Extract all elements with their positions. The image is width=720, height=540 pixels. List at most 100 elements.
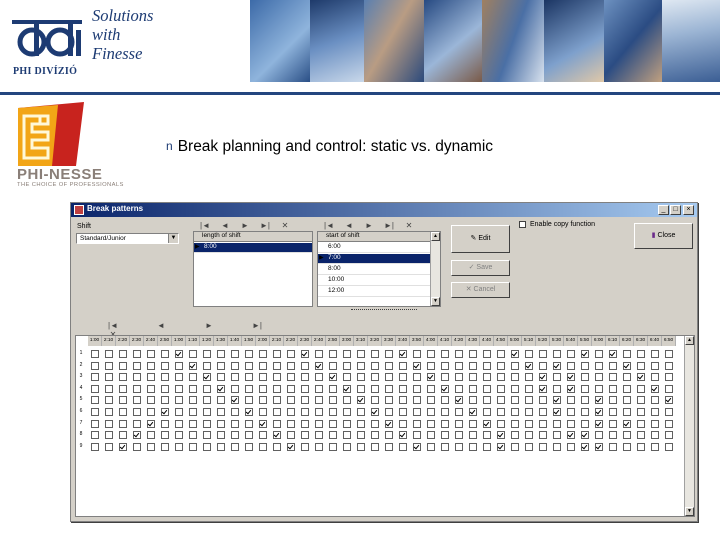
break-checkbox[interactable]	[651, 431, 659, 440]
break-checkbox[interactable]	[399, 384, 407, 393]
break-checkbox[interactable]	[399, 408, 407, 416]
break-checkbox[interactable]	[217, 431, 225, 440]
minimize-button[interactable]: _	[658, 205, 669, 215]
break-checkbox[interactable]	[665, 373, 673, 382]
break-checkbox[interactable]	[315, 419, 323, 428]
break-checkbox[interactable]	[273, 442, 281, 451]
break-checkbox[interactable]	[595, 361, 603, 370]
break-checkbox[interactable]	[329, 442, 337, 451]
break-checkbox[interactable]	[469, 442, 477, 451]
break-checkbox[interactable]	[399, 396, 407, 405]
break-checkbox[interactable]	[581, 350, 589, 358]
break-checkbox[interactable]	[469, 419, 477, 428]
break-checkbox[interactable]	[581, 384, 589, 393]
break-checkbox[interactable]	[511, 361, 519, 370]
break-checkbox[interactable]	[539, 396, 547, 405]
break-checkbox[interactable]	[175, 442, 183, 451]
break-checkbox[interactable]	[469, 361, 477, 370]
break-checkbox[interactable]	[105, 373, 113, 382]
break-checkbox[interactable]	[91, 361, 99, 370]
break-checkbox[interactable]	[147, 361, 155, 370]
break-checkbox[interactable]	[91, 431, 99, 440]
break-checkbox[interactable]	[665, 419, 673, 428]
break-checkbox[interactable]	[329, 419, 337, 428]
break-checkbox[interactable]	[315, 408, 323, 416]
break-checkbox[interactable]	[609, 442, 617, 451]
break-checkbox[interactable]	[427, 408, 435, 416]
break-checkbox[interactable]	[357, 373, 365, 382]
break-checkbox[interactable]	[497, 384, 505, 393]
break-checkbox[interactable]	[189, 408, 197, 416]
break-checkbox[interactable]	[385, 361, 393, 370]
vertical-scrollbar[interactable]: ▲ ▼	[430, 232, 440, 306]
break-checkbox[interactable]	[539, 419, 547, 428]
break-checkbox[interactable]	[441, 373, 449, 382]
break-checkbox[interactable]	[637, 408, 645, 416]
break-checkbox[interactable]	[329, 431, 337, 440]
next-record-icon[interactable]: ►	[235, 221, 255, 230]
break-checkbox[interactable]	[301, 384, 309, 393]
break-checkbox[interactable]	[357, 396, 365, 405]
break-checkbox[interactable]	[609, 396, 617, 405]
break-checkbox[interactable]	[525, 350, 533, 358]
break-checkbox[interactable]	[413, 373, 421, 382]
break-checkbox[interactable]	[399, 431, 407, 440]
break-checkbox[interactable]	[371, 419, 379, 428]
last-record-icon[interactable]: ►|	[233, 321, 281, 330]
break-checkbox[interactable]	[371, 384, 379, 393]
break-checkbox[interactable]	[175, 373, 183, 382]
break-checkbox[interactable]	[623, 431, 631, 440]
break-checkbox[interactable]	[105, 361, 113, 370]
break-checkbox[interactable]	[539, 384, 547, 393]
break-checkbox[interactable]	[245, 408, 253, 416]
break-checkbox[interactable]	[427, 384, 435, 393]
prev-record-icon[interactable]: ◄	[137, 321, 185, 330]
break-checkbox[interactable]	[105, 419, 113, 428]
break-checkbox[interactable]	[175, 408, 183, 416]
break-checkbox[interactable]	[455, 350, 463, 358]
break-checkbox[interactable]	[175, 350, 183, 358]
break-checkbox[interactable]	[553, 384, 561, 393]
break-checkbox[interactable]	[161, 431, 169, 440]
break-checkbox[interactable]	[567, 419, 575, 428]
break-checkbox[interactable]	[427, 373, 435, 382]
break-checkbox[interactable]	[273, 373, 281, 382]
break-checkbox[interactable]	[385, 442, 393, 451]
break-checkbox[interactable]	[441, 431, 449, 440]
break-checkbox[interactable]	[133, 396, 141, 405]
break-checkbox[interactable]	[623, 419, 631, 428]
break-checkbox[interactable]	[189, 442, 197, 451]
break-checkbox[interactable]	[665, 361, 673, 370]
break-checkbox[interactable]	[581, 431, 589, 440]
break-checkbox[interactable]	[287, 408, 295, 416]
break-checkbox[interactable]	[371, 350, 379, 358]
break-checkbox[interactable]	[315, 373, 323, 382]
break-checkbox[interactable]	[413, 350, 421, 358]
break-checkbox[interactable]	[385, 396, 393, 405]
break-checkbox[interactable]	[147, 442, 155, 451]
break-checkbox[interactable]	[147, 419, 155, 428]
break-checkbox[interactable]	[553, 431, 561, 440]
grid-vertical-scrollbar[interactable]: ▲ ▼	[684, 336, 694, 516]
break-checkbox[interactable]	[469, 431, 477, 440]
break-checkbox[interactable]	[525, 442, 533, 451]
prev-record-icon[interactable]: ◄	[215, 221, 235, 230]
break-checkbox[interactable]	[385, 419, 393, 428]
break-checkbox[interactable]	[273, 408, 281, 416]
break-checkbox[interactable]	[595, 431, 603, 440]
break-checkbox[interactable]	[315, 431, 323, 440]
break-checkbox[interactable]	[455, 442, 463, 451]
break-checkbox[interactable]	[553, 419, 561, 428]
break-checkbox[interactable]	[595, 396, 603, 405]
break-checkbox[interactable]	[665, 384, 673, 393]
break-checkbox[interactable]	[623, 373, 631, 382]
break-checkbox[interactable]	[609, 431, 617, 440]
break-checkbox[interactable]	[133, 350, 141, 358]
break-checkbox[interactable]	[399, 442, 407, 451]
break-checkbox[interactable]	[217, 408, 225, 416]
break-checkbox[interactable]	[203, 442, 211, 451]
break-checkbox[interactable]	[567, 384, 575, 393]
edit-button[interactable]: ✎ Edit	[451, 225, 510, 253]
break-checkbox[interactable]	[287, 384, 295, 393]
break-checkbox[interactable]	[511, 396, 519, 405]
